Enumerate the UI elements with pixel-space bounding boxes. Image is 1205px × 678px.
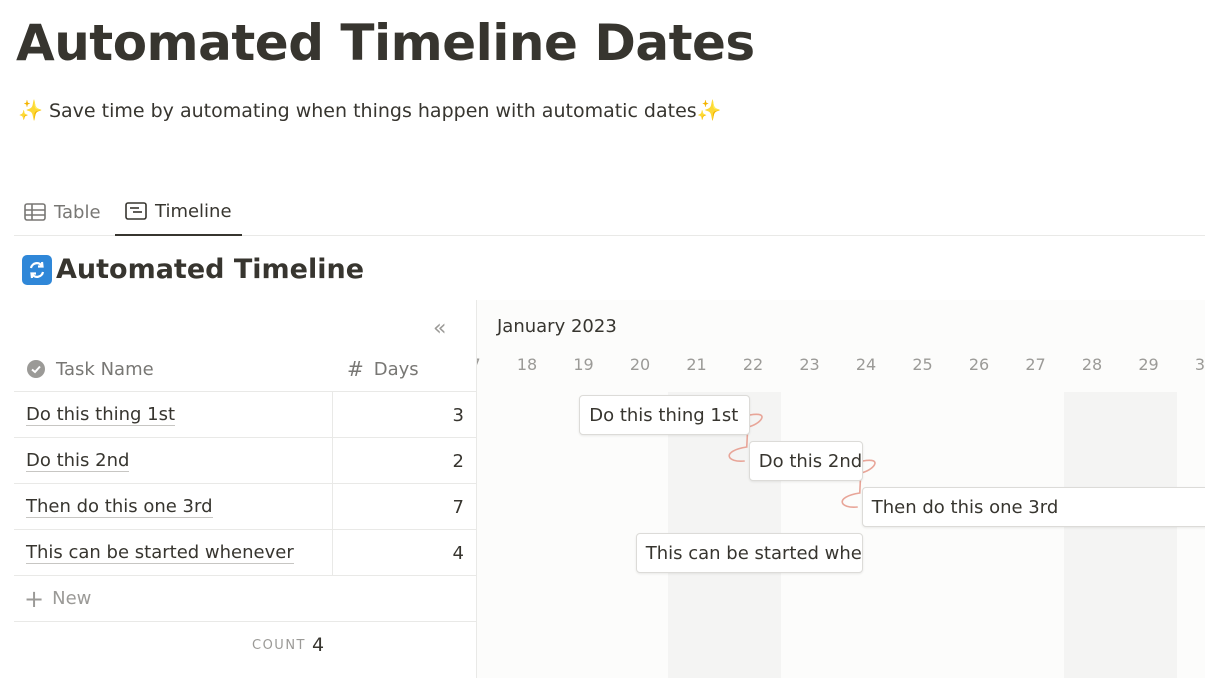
task-name[interactable]: Do this 2nd: [26, 450, 130, 472]
days-cell[interactable]: 3: [334, 392, 464, 438]
check-circle-icon: [26, 359, 46, 379]
table-icon: [24, 203, 46, 221]
column-label: Days: [373, 358, 419, 380]
new-row-button[interactable]: + New: [14, 576, 476, 622]
timeline-bar[interactable]: Do this thing 1st: [579, 395, 750, 435]
database-title-text: Automated Timeline: [56, 254, 365, 285]
page-subtitle: ✨ Save time by automating when things ha…: [18, 98, 722, 122]
task-name[interactable]: This can be started whenever: [26, 542, 294, 564]
table-row[interactable]: Do this thing 1st 3: [14, 392, 476, 438]
view-tabs: Table Timeline: [14, 188, 1205, 236]
subtitle-text: Save time by automating when things happ…: [48, 100, 697, 122]
count-footer: COUNT 4: [14, 622, 476, 668]
task-name[interactable]: Do this thing 1st: [26, 404, 176, 426]
task-name[interactable]: Then do this one 3rd: [26, 496, 213, 518]
collapse-table-button[interactable]: «: [433, 316, 446, 341]
sparkles-icon: ✨: [18, 98, 43, 122]
task-table: Task Name # Days Do this thing 1st 3 Do …: [14, 346, 476, 668]
tab-label: Timeline: [155, 200, 232, 222]
new-label: New: [52, 588, 92, 609]
database-title: Automated Timeline: [22, 254, 364, 285]
task-name-cell[interactable]: Then do this one 3rd: [14, 484, 333, 530]
days-cell[interactable]: 7: [334, 484, 464, 530]
tab-timeline[interactable]: Timeline: [115, 188, 242, 236]
column-header-days[interactable]: # Days: [347, 346, 419, 392]
timeline-icon: [125, 202, 147, 220]
table-header: Task Name # Days: [14, 346, 476, 392]
column-label: Task Name: [56, 358, 154, 380]
tab-label: Table: [54, 201, 101, 223]
table-row[interactable]: Then do this one 3rd 7: [14, 484, 476, 530]
days-cell[interactable]: 4: [334, 530, 464, 576]
page-title: Automated Timeline Dates: [16, 14, 755, 72]
days-cell[interactable]: 2: [334, 438, 464, 484]
sparkles-icon: ✨: [696, 98, 722, 122]
timeline-bar[interactable]: This can be started whenever: [635, 533, 863, 573]
timeline-bar[interactable]: Do this 2nd: [748, 441, 863, 481]
task-name-cell[interactable]: Do this thing 1st: [14, 392, 333, 438]
task-name-cell[interactable]: Do this 2nd: [14, 438, 333, 484]
count-label: COUNT: [252, 637, 306, 653]
page: Automated Timeline Dates ✨ Save time by …: [0, 0, 1205, 678]
table-row[interactable]: Do this 2nd 2: [14, 438, 476, 484]
plus-icon: +: [24, 584, 45, 613]
table-row[interactable]: This can be started whenever 4: [14, 530, 476, 576]
tab-table[interactable]: Table: [24, 188, 101, 236]
repeat-icon: [22, 254, 52, 285]
column-header-task-name[interactable]: Task Name: [26, 346, 154, 392]
hash-icon: #: [347, 357, 364, 381]
task-name-cell[interactable]: This can be started whenever: [14, 530, 333, 576]
timeline-bar[interactable]: Then do this one 3rd: [861, 487, 1205, 527]
count-value: 4: [312, 634, 325, 656]
timeline-view[interactable]: January 2023 171819202122232425262728293…: [476, 300, 1205, 678]
